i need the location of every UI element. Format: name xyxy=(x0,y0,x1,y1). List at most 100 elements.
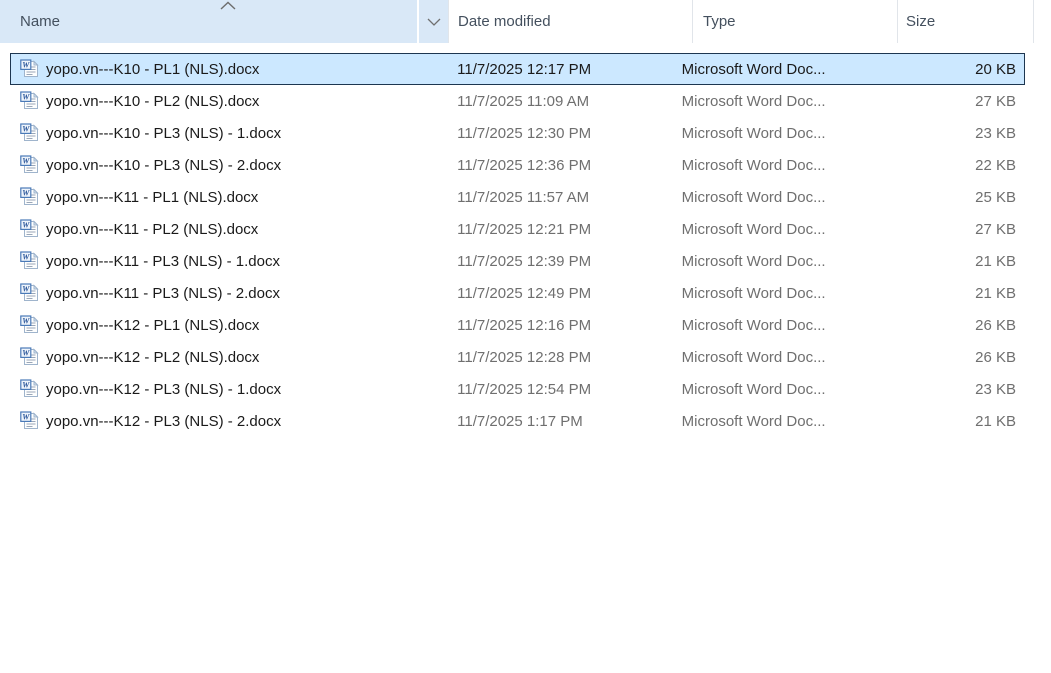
file-name-cell: W yopo.vn---K12 - PL3 (NLS) - 1.docx xyxy=(11,379,448,399)
file-type: Microsoft Word Doc... xyxy=(682,253,897,270)
file-size: 22 KB xyxy=(896,157,1024,174)
column-header-type[interactable]: Type xyxy=(692,0,897,43)
word-document-icon: W xyxy=(20,251,40,271)
file-type: Microsoft Word Doc... xyxy=(682,285,897,302)
column-headers: Name Date modified Type Size xyxy=(0,0,1051,43)
file-row[interactable]: W yopo.vn---K10 - PL1 (NLS).docx 11/7/20… xyxy=(10,53,1025,85)
file-row[interactable]: W yopo.vn---K11 - PL1 (NLS).docx 11/7/20… xyxy=(10,181,1025,213)
chevron-down-icon xyxy=(427,18,441,26)
file-name: yopo.vn---K10 - PL2 (NLS).docx xyxy=(46,93,259,110)
file-name-cell: W yopo.vn---K11 - PL2 (NLS).docx xyxy=(11,219,448,239)
file-type: Microsoft Word Doc... xyxy=(682,317,897,334)
file-row[interactable]: W yopo.vn---K10 - PL2 (NLS).docx 11/7/20… xyxy=(10,85,1025,117)
file-date-modified: 11/7/2025 1:17 PM xyxy=(448,413,682,430)
file-size: 27 KB xyxy=(896,93,1024,110)
file-name: yopo.vn---K12 - PL3 (NLS) - 2.docx xyxy=(46,413,281,430)
file-name-cell: W yopo.vn---K10 - PL3 (NLS) - 2.docx xyxy=(11,155,448,175)
file-name: yopo.vn---K11 - PL2 (NLS).docx xyxy=(46,221,258,238)
svg-text:W: W xyxy=(22,156,30,165)
file-row[interactable]: W yopo.vn---K12 - PL3 (NLS) - 1.docx 11/… xyxy=(10,373,1025,405)
file-type: Microsoft Word Doc... xyxy=(682,349,897,366)
file-row[interactable]: W yopo.vn---K11 - PL2 (NLS).docx 11/7/20… xyxy=(10,213,1025,245)
file-size: 21 KB xyxy=(896,253,1024,270)
file-date-modified: 11/7/2025 12:30 PM xyxy=(448,125,682,142)
file-row[interactable]: W yopo.vn---K11 - PL3 (NLS) - 1.docx 11/… xyxy=(10,245,1025,277)
file-date-modified: 11/7/2025 12:16 PM xyxy=(448,317,682,334)
file-name: yopo.vn---K11 - PL3 (NLS) - 2.docx xyxy=(46,285,280,302)
file-size: 20 KB xyxy=(896,61,1024,78)
svg-text:W: W xyxy=(22,92,30,101)
svg-text:W: W xyxy=(22,252,30,261)
word-document-icon: W xyxy=(20,411,40,431)
file-list-view: Name Date modified Type Size xyxy=(0,0,1051,673)
file-name-cell: W yopo.vn---K12 - PL2 (NLS).docx xyxy=(11,347,448,367)
file-date-modified: 11/7/2025 12:28 PM xyxy=(448,349,682,366)
file-name-cell: W yopo.vn---K10 - PL3 (NLS) - 1.docx xyxy=(11,123,448,143)
file-type: Microsoft Word Doc... xyxy=(682,381,897,398)
file-row[interactable]: W yopo.vn---K10 - PL3 (NLS) - 2.docx 11/… xyxy=(10,149,1025,181)
word-document-icon: W xyxy=(20,347,40,367)
word-document-icon: W xyxy=(20,219,40,239)
file-size: 23 KB xyxy=(896,381,1024,398)
file-row[interactable]: W yopo.vn---K12 - PL2 (NLS).docx 11/7/20… xyxy=(10,341,1025,373)
file-size: 25 KB xyxy=(896,189,1024,206)
sort-ascending-icon xyxy=(219,1,237,10)
file-row[interactable]: W yopo.vn---K10 - PL3 (NLS) - 1.docx 11/… xyxy=(10,117,1025,149)
name-filter-dropdown-button[interactable] xyxy=(419,0,448,43)
word-document-icon: W xyxy=(20,187,40,207)
column-header-size-label: Size xyxy=(906,13,935,30)
file-date-modified: 11/7/2025 11:57 AM xyxy=(448,189,682,206)
column-header-name-label: Name xyxy=(20,13,60,30)
file-row[interactable]: W yopo.vn---K12 - PL3 (NLS) - 2.docx 11/… xyxy=(10,405,1025,437)
svg-text:W: W xyxy=(22,412,30,421)
file-date-modified: 11/7/2025 12:36 PM xyxy=(448,157,682,174)
file-name-cell: W yopo.vn---K12 - PL3 (NLS) - 2.docx xyxy=(11,411,448,431)
column-header-size[interactable]: Size xyxy=(897,0,1034,43)
column-header-name[interactable]: Name xyxy=(0,0,417,43)
file-name: yopo.vn---K11 - PL3 (NLS) - 1.docx xyxy=(46,253,280,270)
file-type: Microsoft Word Doc... xyxy=(682,157,897,174)
file-type: Microsoft Word Doc... xyxy=(682,93,897,110)
file-name: yopo.vn---K10 - PL3 (NLS) - 2.docx xyxy=(46,157,281,174)
file-name: yopo.vn---K12 - PL3 (NLS) - 1.docx xyxy=(46,381,281,398)
svg-text:W: W xyxy=(22,220,30,229)
file-type: Microsoft Word Doc... xyxy=(682,125,897,142)
file-date-modified: 11/7/2025 12:49 PM xyxy=(448,285,682,302)
file-date-modified: 11/7/2025 11:09 AM xyxy=(448,93,682,110)
svg-text:W: W xyxy=(22,380,30,389)
file-size: 26 KB xyxy=(896,317,1024,334)
file-date-modified: 11/7/2025 12:54 PM xyxy=(448,381,682,398)
file-size: 26 KB xyxy=(896,349,1024,366)
column-header-date-modified[interactable]: Date modified xyxy=(448,0,692,43)
file-name: yopo.vn---K10 - PL1 (NLS).docx xyxy=(46,61,259,78)
file-row[interactable]: W yopo.vn---K11 - PL3 (NLS) - 2.docx 11/… xyxy=(10,277,1025,309)
file-size: 21 KB xyxy=(896,413,1024,430)
file-name: yopo.vn---K12 - PL1 (NLS).docx xyxy=(46,317,259,334)
column-header-date-label: Date modified xyxy=(458,13,551,30)
svg-text:W: W xyxy=(22,60,30,69)
svg-text:W: W xyxy=(22,188,30,197)
file-date-modified: 11/7/2025 12:21 PM xyxy=(448,221,682,238)
file-name-cell: W yopo.vn---K11 - PL3 (NLS) - 2.docx xyxy=(11,283,448,303)
file-name: yopo.vn---K11 - PL1 (NLS).docx xyxy=(46,189,258,206)
word-document-icon: W xyxy=(20,155,40,175)
file-type: Microsoft Word Doc... xyxy=(682,189,897,206)
file-date-modified: 11/7/2025 12:17 PM xyxy=(448,61,682,78)
file-name-cell: W yopo.vn---K10 - PL1 (NLS).docx xyxy=(11,59,448,79)
word-document-icon: W xyxy=(20,283,40,303)
file-row[interactable]: W yopo.vn---K12 - PL1 (NLS).docx 11/7/20… xyxy=(10,309,1025,341)
file-name-cell: W yopo.vn---K10 - PL2 (NLS).docx xyxy=(11,91,448,111)
file-size: 23 KB xyxy=(896,125,1024,142)
file-name: yopo.vn---K10 - PL3 (NLS) - 1.docx xyxy=(46,125,281,142)
file-type: Microsoft Word Doc... xyxy=(682,61,897,78)
word-document-icon: W xyxy=(20,379,40,399)
word-document-icon: W xyxy=(20,315,40,335)
file-name-cell: W yopo.vn---K12 - PL1 (NLS).docx xyxy=(11,315,448,335)
column-header-type-label: Type xyxy=(703,13,736,30)
word-document-icon: W xyxy=(20,59,40,79)
file-list: W yopo.vn---K10 - PL1 (NLS).docx 11/7/20… xyxy=(10,53,1025,437)
svg-text:W: W xyxy=(22,124,30,133)
svg-text:W: W xyxy=(22,284,30,293)
file-name-cell: W yopo.vn---K11 - PL3 (NLS) - 1.docx xyxy=(11,251,448,271)
file-type: Microsoft Word Doc... xyxy=(682,413,897,430)
